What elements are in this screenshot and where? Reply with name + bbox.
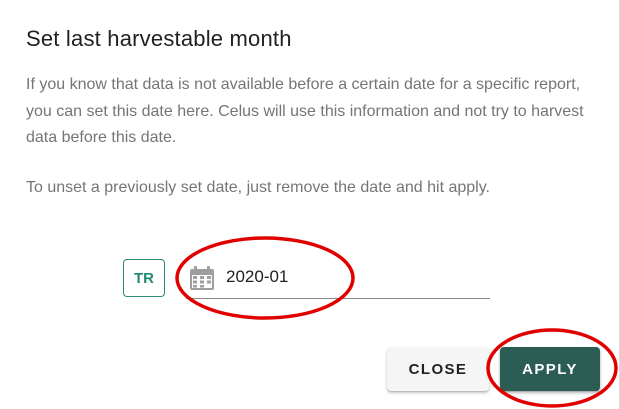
date-value[interactable]: 2020-01	[226, 267, 288, 287]
apply-button[interactable]: APPLY	[500, 347, 600, 391]
dialog-title: Set last harvestable month	[26, 26, 292, 51]
calendar-icon[interactable]	[188, 264, 216, 292]
close-button[interactable]: CLOSE	[387, 347, 489, 391]
dialog-hint: To unset a previously set date, just rem…	[26, 179, 490, 196]
month-date-input[interactable]: 2020-01	[186, 258, 490, 299]
dialog-description: If you know that data is not available b…	[26, 76, 584, 146]
harvest-date-dialog: Set last harvestable month If you know t…	[0, 0, 620, 409]
report-type-badge: TR	[123, 259, 165, 297]
